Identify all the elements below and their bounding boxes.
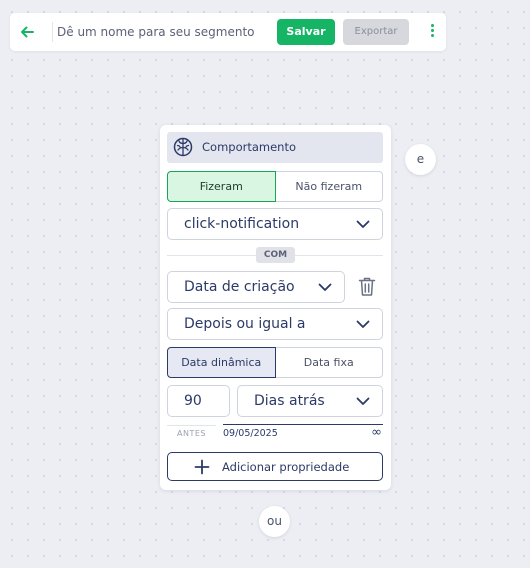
chevron-down-icon	[356, 397, 370, 405]
date-range-preview: ANTES 09/05/2025 ∞	[167, 423, 383, 443]
arrow-left-icon[interactable]	[18, 23, 36, 41]
trash-icon[interactable]	[358, 276, 376, 297]
chevron-down-icon	[318, 283, 332, 291]
event-select[interactable]: click-notification	[167, 208, 383, 240]
toggle-data-dinamica[interactable]: Data dinâmica	[167, 347, 276, 378]
operator-select[interactable]: Depois ou igual a	[167, 308, 383, 340]
card-header: Comportamento	[167, 132, 383, 163]
range-start-date: 09/05/2025	[223, 428, 278, 439]
event-select-value: click-notification	[184, 216, 300, 232]
unit-select-value: Dias atrás	[254, 393, 325, 409]
did-toggle: Fizeram Não fizeram	[167, 171, 383, 202]
unit-select[interactable]: Dias atrás	[237, 385, 383, 417]
amount-input[interactable]	[167, 385, 230, 417]
add-property-label: Adicionar propriedade	[222, 460, 350, 474]
segment-toolbar: Salvar Exportar	[10, 13, 446, 51]
range-line	[223, 424, 383, 425]
date-mode-toggle: Data dinâmica Data fixa	[167, 347, 383, 378]
chevron-down-icon	[356, 220, 370, 228]
or-connector-button[interactable]: ou	[259, 506, 290, 537]
range-end-infinity: ∞	[371, 425, 382, 440]
and-connector-button[interactable]: e	[405, 144, 436, 175]
property-select-value: Data de criação	[184, 279, 295, 295]
export-button: Exportar	[343, 19, 409, 45]
property-select[interactable]: Data de criação	[167, 271, 345, 303]
toggle-nao-fizeram[interactable]: Não fizeram	[275, 171, 383, 202]
before-label: ANTES	[167, 425, 216, 441]
toolbar-divider	[52, 22, 53, 42]
operator-select-value: Depois ou igual a	[184, 316, 306, 332]
save-button[interactable]: Salvar	[277, 19, 335, 45]
behavior-condition-card: Comportamento Fizeram Não fizeram click-…	[160, 125, 391, 490]
plus-icon	[194, 459, 210, 475]
card-title: Comportamento	[202, 140, 296, 154]
segment-name-input[interactable]	[57, 20, 262, 44]
toggle-data-fixa[interactable]: Data fixa	[275, 347, 383, 378]
chevron-down-icon	[356, 320, 370, 328]
toggle-fizeram[interactable]: Fizeram	[167, 171, 276, 202]
kebab-vertical-icon[interactable]	[424, 24, 440, 42]
add-property-button[interactable]: Adicionar propriedade	[167, 452, 383, 481]
connector-badge: COM	[256, 247, 295, 263]
brain-icon	[173, 137, 193, 157]
